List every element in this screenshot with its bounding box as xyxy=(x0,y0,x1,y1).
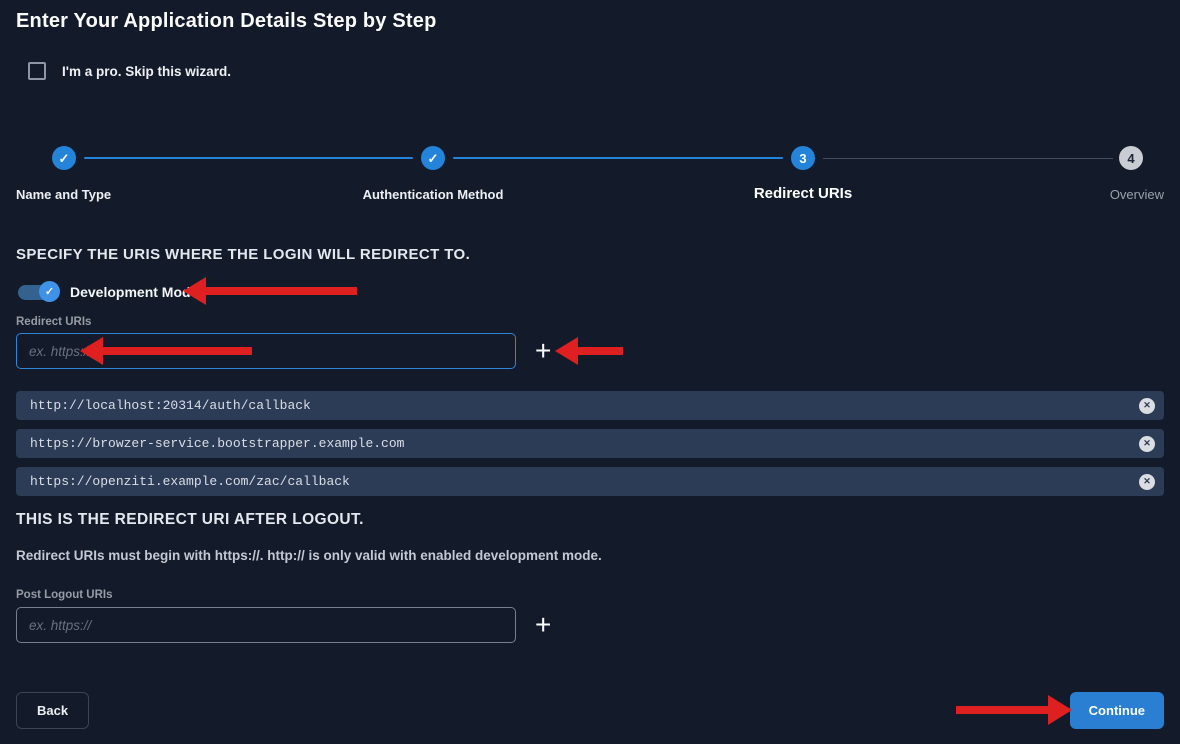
check-icon: ✓ xyxy=(428,152,439,165)
add-redirect-uri-button[interactable]: + xyxy=(535,337,551,365)
remove-uri-icon[interactable]: ✕ xyxy=(1139,474,1155,490)
remove-uri-icon[interactable]: ✕ xyxy=(1139,398,1155,414)
wizard-footer: Back Continue xyxy=(16,692,1164,729)
redirect-uri-value: http://localhost:20314/auth/callback xyxy=(30,398,311,413)
add-post-logout-uri-button[interactable]: + xyxy=(535,611,551,639)
post-logout-uri-input-row: + xyxy=(16,607,1164,643)
toggle-thumb-check-icon: ✓ xyxy=(39,281,60,302)
step-number: 4 xyxy=(1127,151,1134,166)
redirect-uri-input-row: + xyxy=(16,333,1164,369)
step-label-redirect-uris: Redirect URIs xyxy=(754,185,852,202)
redirect-uri-item: https://browzer-service.bootstrapper.exa… xyxy=(16,429,1164,458)
development-mode-label: Development Mode xyxy=(70,284,198,300)
development-mode-toggle[interactable]: ✓ xyxy=(16,281,62,303)
step-3-indicator[interactable]: 3 xyxy=(791,146,815,170)
redirect-section-heading: SPECIFY THE URIS WHERE THE LOGIN WILL RE… xyxy=(16,247,1164,263)
step-2-indicator[interactable]: ✓ xyxy=(421,146,445,170)
redirect-uri-item: https://openziti.example.com/zac/callbac… xyxy=(16,467,1164,496)
step-4-indicator[interactable]: 4 xyxy=(1119,146,1143,170)
step-label-authentication-method: Authentication Method xyxy=(363,187,504,202)
application-wizard-page: Enter Your Application Details Step by S… xyxy=(0,0,1180,744)
step-label-overview: Overview xyxy=(1110,187,1164,202)
development-mode-row: ✓ Development Mode xyxy=(16,281,1164,303)
stepper-connector-2 xyxy=(453,157,783,159)
remove-uri-icon[interactable]: ✕ xyxy=(1139,436,1155,452)
step-number: 3 xyxy=(799,151,806,166)
check-icon: ✓ xyxy=(59,152,70,165)
redirect-uri-input[interactable] xyxy=(16,333,516,369)
redirect-uri-list: http://localhost:20314/auth/callback ✕ h… xyxy=(16,391,1164,496)
skip-wizard-checkbox[interactable] xyxy=(28,62,46,80)
step-1-indicator[interactable]: ✓ xyxy=(52,146,76,170)
post-logout-uri-input[interactable] xyxy=(16,607,516,643)
page-title: Enter Your Application Details Step by S… xyxy=(16,8,1164,34)
redirect-uri-value: https://openziti.example.com/zac/callbac… xyxy=(30,474,350,489)
post-logout-uris-field-label: Post Logout URIs xyxy=(16,589,1164,602)
redirect-uri-hint-text: Redirect URIs must begin with https://. … xyxy=(16,548,1164,563)
skip-wizard-label: I'm a pro. Skip this wizard. xyxy=(62,64,231,79)
continue-button[interactable]: Continue xyxy=(1070,692,1164,729)
skip-wizard-row: I'm a pro. Skip this wizard. xyxy=(16,61,1164,81)
stepper-connector-1 xyxy=(84,157,413,159)
stepper-connector-3 xyxy=(823,158,1113,159)
redirect-uri-value: https://browzer-service.bootstrapper.exa… xyxy=(30,436,404,451)
logout-section-heading: THIS IS THE REDIRECT URI AFTER LOGOUT. xyxy=(16,511,1164,528)
redirect-uris-field-label: Redirect URIs xyxy=(16,316,1164,329)
redirect-uri-item: http://localhost:20314/auth/callback ✕ xyxy=(16,391,1164,420)
back-button[interactable]: Back xyxy=(16,692,89,729)
step-label-name-and-type: Name and Type xyxy=(16,187,111,202)
wizard-stepper: ✓ ✓ 3 4 Name and Type Authentication Met… xyxy=(16,145,1164,217)
